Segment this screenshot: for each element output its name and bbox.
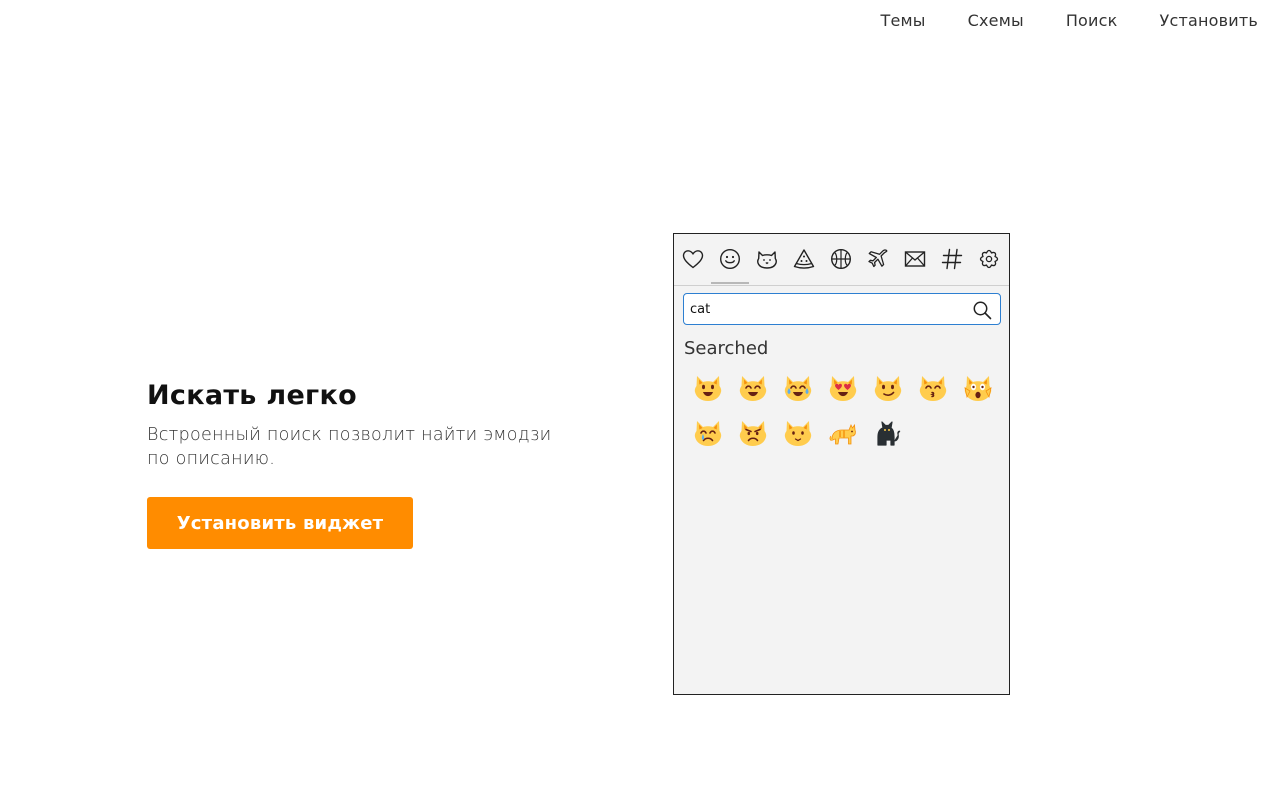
emoji-result-cat-tears-of-joy-icon[interactable] — [776, 366, 820, 410]
black-cat-icon — [877, 421, 901, 446]
cat-wry-smile-icon — [874, 376, 902, 401]
emoji-result-grinning-cat-smiling-eyes-icon[interactable] — [731, 366, 775, 410]
install-widget-button[interactable]: Установить виджет — [147, 497, 413, 549]
category-tab-favorites[interactable] — [677, 243, 709, 275]
cat-face-icon — [784, 421, 812, 446]
weary-cat-icon — [964, 376, 992, 401]
category-tab-travel[interactable] — [862, 243, 894, 275]
heart-icon — [682, 250, 704, 269]
category-tab-flags[interactable] — [973, 243, 1005, 275]
emoji-result-black-cat-icon[interactable] — [866, 411, 910, 455]
airplane-icon — [868, 249, 888, 268]
emoji-result-kissing-cat-icon[interactable] — [911, 366, 955, 410]
emoji-result-cat-wry-smile-icon[interactable] — [866, 366, 910, 410]
category-tab-food[interactable] — [788, 243, 820, 275]
hero-description: Встроенный поиск позволит найти эмодзи п… — [147, 425, 552, 469]
pizza-slice-icon — [793, 249, 815, 269]
crying-cat-icon — [694, 421, 722, 446]
pouting-cat-icon — [739, 421, 767, 446]
top-navigation: Темы Схемы Поиск Установить — [881, 8, 1259, 32]
hero-title: Искать легко — [147, 380, 357, 411]
active-category-indicator — [711, 282, 749, 284]
results-section-label: Searched — [684, 338, 769, 359]
smiley-icon — [719, 248, 741, 270]
grinning-cat-icon — [694, 376, 722, 401]
nav-link-install[interactable]: Установить — [1160, 11, 1259, 30]
hero-section: Искать легко Встроенный поиск позволит н… — [147, 378, 567, 471]
smiling-cat-heart-eyes-icon — [829, 376, 857, 401]
nav-link-schemes[interactable]: Схемы — [968, 11, 1024, 30]
emoji-result-pouting-cat-icon[interactable] — [731, 411, 775, 455]
category-tab-objects[interactable] — [899, 243, 931, 275]
cat-tears-of-joy-icon — [784, 376, 812, 401]
grinning-cat-smiling-eyes-icon — [739, 376, 767, 401]
category-bar — [674, 234, 1009, 286]
emoji-search-input[interactable] — [690, 298, 960, 320]
envelope-icon — [904, 251, 926, 267]
emoji-result-cat-face-icon[interactable] — [776, 411, 820, 455]
category-tab-symbols[interactable] — [936, 243, 968, 275]
ball-icon — [830, 248, 852, 270]
category-tab-activities[interactable] — [825, 243, 857, 275]
nav-link-search[interactable]: Поиск — [1066, 11, 1118, 30]
hash-icon — [941, 248, 963, 270]
emoji-result-weary-cat-icon[interactable] — [956, 366, 1000, 410]
cat-face-icon — [757, 251, 777, 269]
category-tab-animals[interactable] — [751, 243, 783, 275]
emoji-result-cat-icon[interactable] — [821, 411, 865, 455]
kissing-cat-icon — [919, 376, 947, 401]
nav-link-themes[interactable]: Темы — [881, 11, 926, 30]
cat-icon — [829, 423, 856, 445]
emoji-result-crying-cat-icon[interactable] — [686, 411, 730, 455]
emoji-picker-widget: Searched — [673, 233, 1010, 695]
emoji-search-box — [683, 293, 1001, 325]
search-icon[interactable] — [972, 300, 992, 320]
flower-icon — [979, 249, 999, 269]
emoji-result-grinning-cat-icon[interactable] — [686, 366, 730, 410]
emoji-result-smiling-cat-heart-eyes-icon[interactable] — [821, 366, 865, 410]
category-tab-smileys[interactable] — [714, 243, 746, 275]
